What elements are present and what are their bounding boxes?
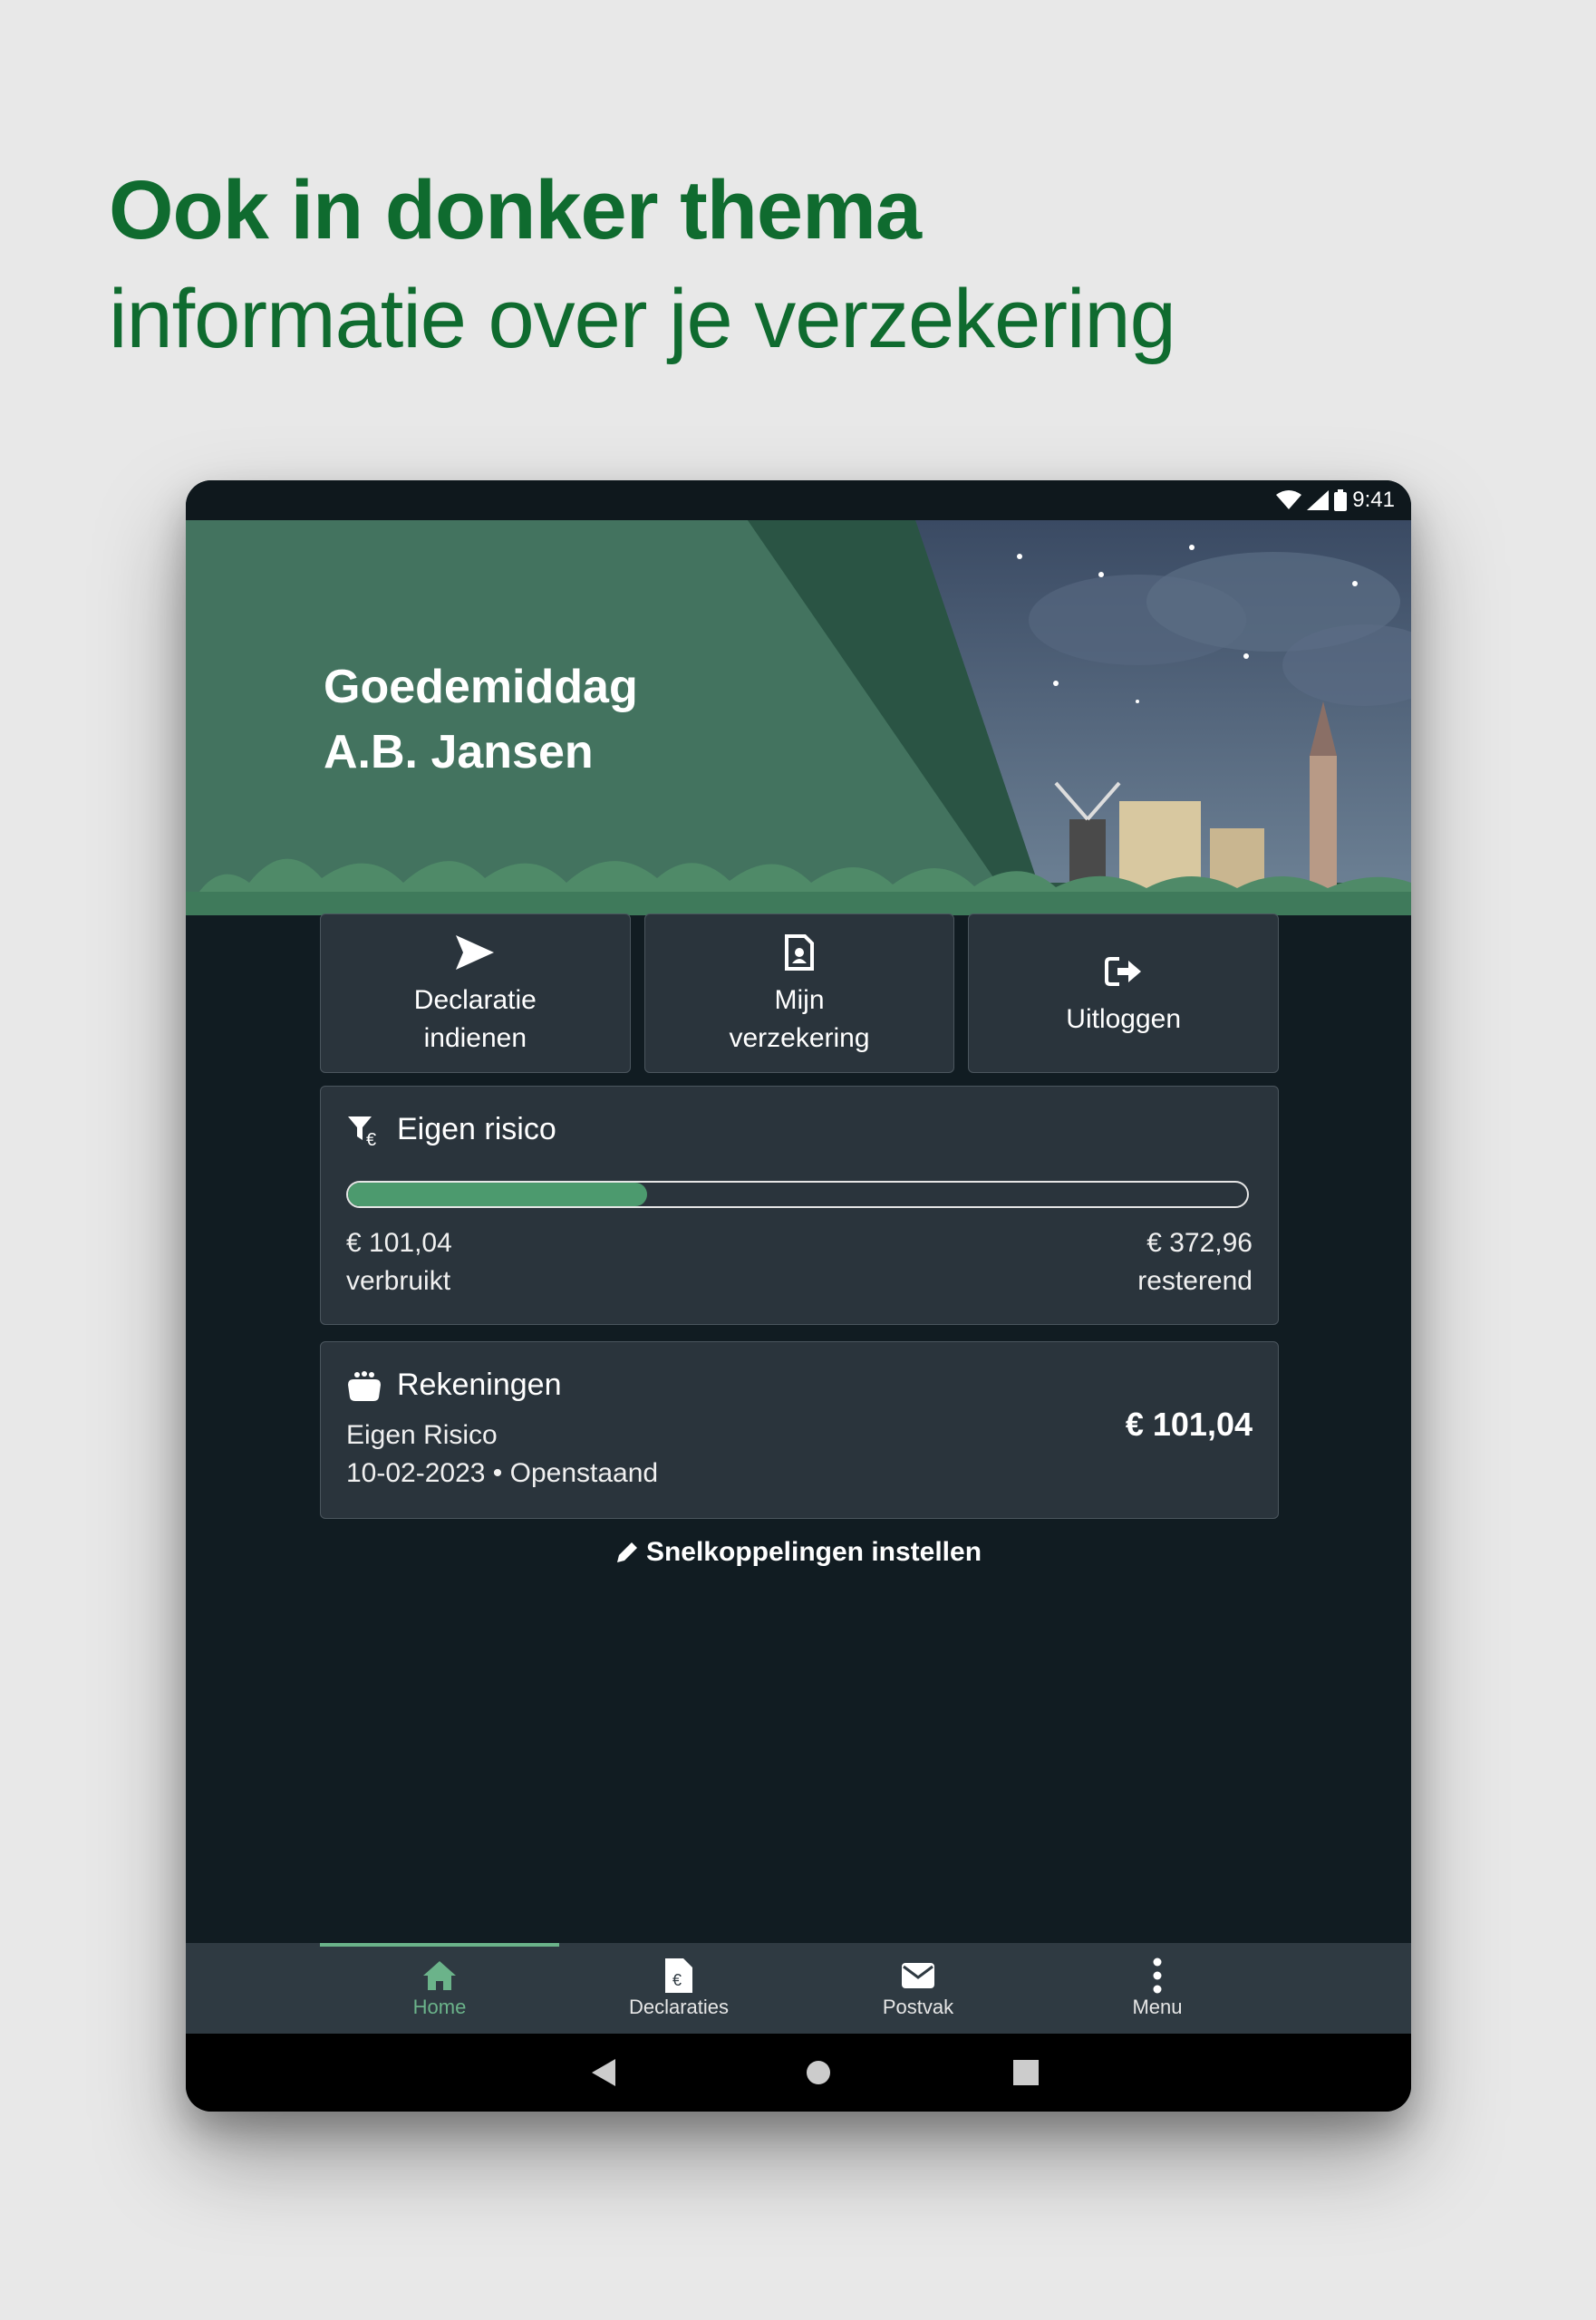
status-bar: 9:41 xyxy=(186,480,1411,520)
remaining-label: resterend xyxy=(1137,1266,1253,1296)
rekeningen-card[interactable]: Rekeningen Eigen Risico 10-02-2023 • Ope… xyxy=(320,1341,1279,1519)
quick-actions: Declaratie indienen Mijn verzekering Uit… xyxy=(320,914,1280,1073)
battery-icon xyxy=(1334,489,1348,511)
uitloggen-label: Uitloggen xyxy=(1066,1004,1182,1034)
used-label: verbruikt xyxy=(346,1266,451,1296)
declaratie-indienen-button[interactable]: Declaratie indienen xyxy=(320,914,631,1073)
home-icon xyxy=(423,1961,456,1990)
more-vertical-icon xyxy=(1153,1958,1162,1994)
status-time: 9:41 xyxy=(1352,488,1395,512)
bill-amount: € 101,04 xyxy=(1125,1406,1253,1443)
wifi-icon xyxy=(1276,490,1302,509)
nav-home-label: Home xyxy=(412,1996,467,2018)
nav-postvak-label: Postvak xyxy=(882,1996,954,2018)
snelkoppelingen-button[interactable]: Snelkoppelingen instellen xyxy=(186,1537,1411,1568)
eigen-risico-progress xyxy=(346,1181,1249,1208)
bottom-navigation: Home € Declaraties Postvak Menu xyxy=(186,1943,1411,2034)
pencil-icon xyxy=(616,1542,637,1562)
mijn-verzekering-button[interactable]: Mijn verzekering xyxy=(643,914,955,1073)
eigen-risico-card[interactable]: € Eigen risico € 101,04 verbruikt € 372,… xyxy=(320,1086,1279,1325)
insurance-card-icon xyxy=(785,934,814,971)
mail-icon xyxy=(902,1963,934,1988)
declaratie-indienen-label: Declaratie indienen xyxy=(413,985,537,1053)
signal-icon xyxy=(1307,490,1330,510)
eigen-risico-title: Eigen risico xyxy=(397,1112,556,1146)
nav-declaraties-label: Declaraties xyxy=(628,1996,730,2018)
invoice-icon: € xyxy=(665,1958,692,1993)
mijn-verzekering-label: Mijn verzekering xyxy=(729,985,870,1053)
remaining-amount: € 372,96 xyxy=(1146,1228,1253,1258)
tablet-screen: 9:41 Goedemiddag A.B. Jansen Declaratie … xyxy=(186,480,1411,2112)
home-circle-icon[interactable] xyxy=(806,2060,831,2085)
nav-menu-label: Menu xyxy=(1132,1996,1183,2018)
nav-declaraties[interactable]: € Declaraties xyxy=(559,1943,798,2034)
back-icon[interactable] xyxy=(592,2059,617,2086)
greeting: Goedemiddag A.B. Jansen xyxy=(324,654,638,785)
promo-subtitle: informatie over je verzekering xyxy=(109,273,1176,365)
eigen-risico-progress-fill xyxy=(348,1183,648,1206)
rekeningen-title: Rekeningen xyxy=(397,1368,562,1402)
bill-name: Eigen Risico xyxy=(346,1420,498,1450)
wallet-icon xyxy=(348,1370,381,1401)
svg-text:€: € xyxy=(366,1130,376,1147)
greeting-name: A.B. Jansen xyxy=(324,726,594,778)
nav-menu[interactable]: Menu xyxy=(1038,1943,1277,2034)
used-amount: € 101,04 xyxy=(346,1228,452,1258)
recents-icon[interactable] xyxy=(1013,2060,1039,2085)
nav-home[interactable]: Home xyxy=(320,1943,559,2034)
uitloggen-button[interactable]: Uitloggen xyxy=(968,914,1280,1073)
greeting-salutation: Goedemiddag xyxy=(324,661,638,713)
svg-text:€: € xyxy=(672,1971,682,1989)
nav-postvak[interactable]: Postvak xyxy=(798,1943,1038,2034)
system-navigation-bar xyxy=(186,2034,1411,2112)
deductible-icon: € xyxy=(348,1116,376,1147)
logout-icon xyxy=(1104,957,1141,986)
bill-meta: 10-02-2023 • Openstaand xyxy=(346,1458,659,1488)
send-icon xyxy=(456,935,495,970)
snelkoppelingen-label: Snelkoppelingen instellen xyxy=(645,1537,982,1567)
promo-title: Ook in donker thema xyxy=(109,164,922,256)
